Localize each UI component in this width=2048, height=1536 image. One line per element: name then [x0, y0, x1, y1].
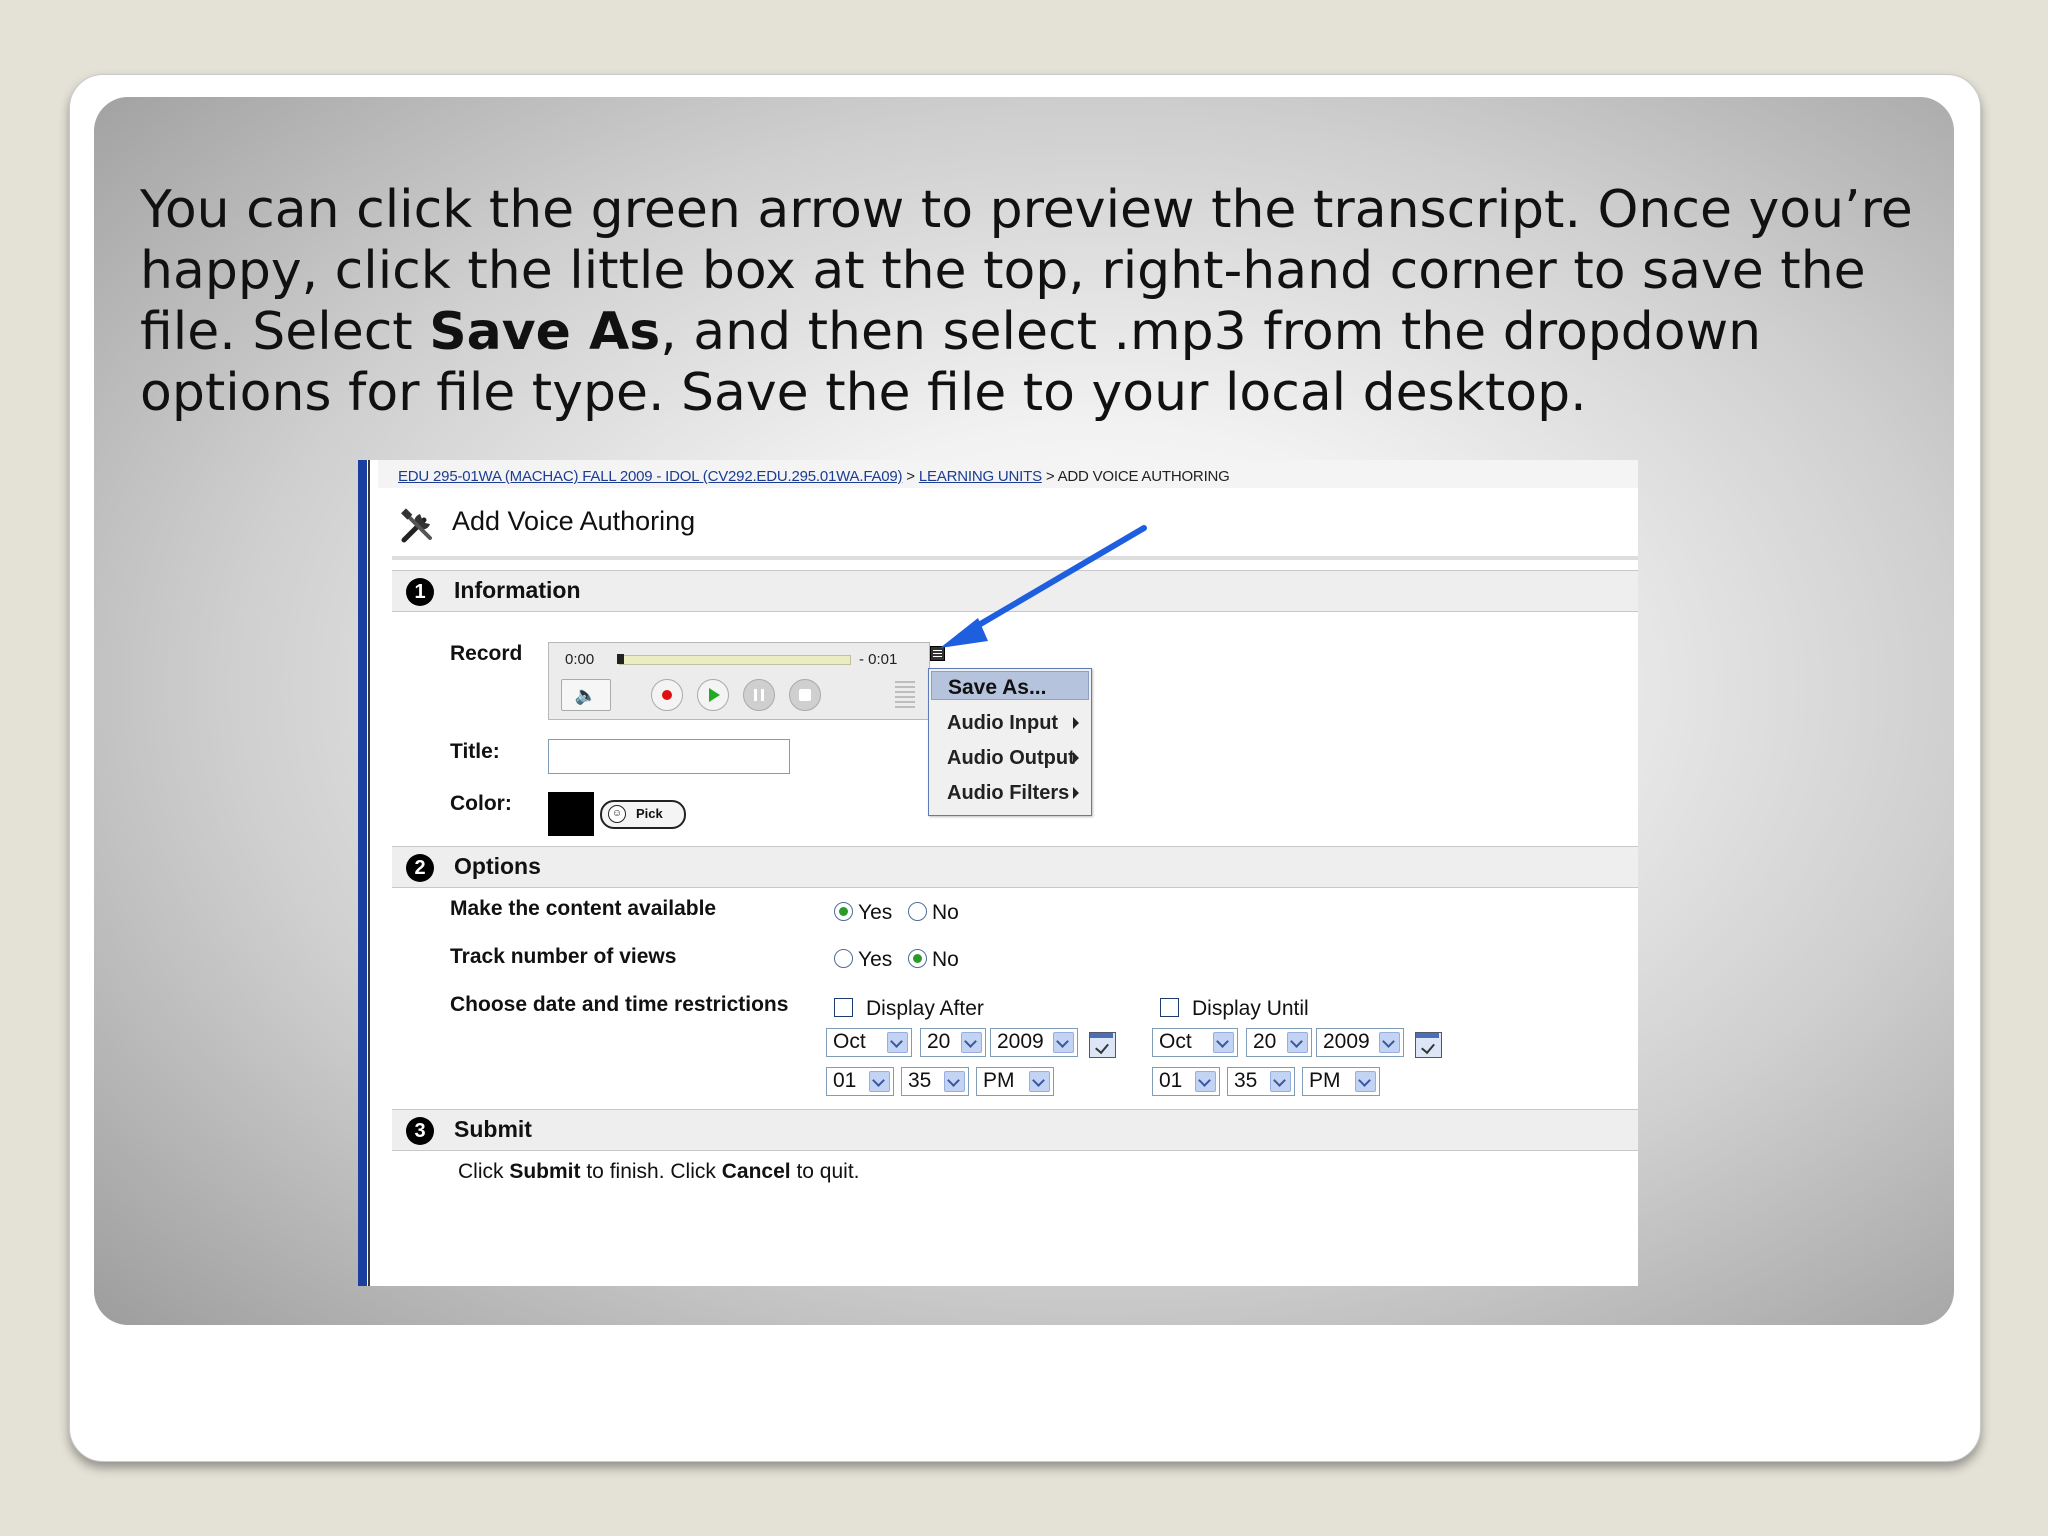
submit-instructions: Click Submit to finish. Click Cancel to … — [458, 1160, 860, 1183]
section-submit-header: 3 Submit — [392, 1109, 1638, 1151]
chevron-down-icon — [1355, 1071, 1376, 1092]
breadcrumb-link-course[interactable]: EDU 295-01WA (MACHAC) FALL 2009 - IDOL (… — [398, 468, 903, 485]
after-ampm-select[interactable]: PM — [976, 1067, 1054, 1096]
chevron-down-icon — [887, 1032, 908, 1053]
record-label: Record — [450, 642, 523, 665]
slide-caption: You can click the green arrow to preview… — [140, 180, 1913, 423]
breadcrumb: EDU 295-01WA (MACHAC) FALL 2009 - IDOL (… — [398, 468, 1230, 485]
recorder-grip — [895, 681, 915, 711]
calendar-icon[interactable] — [1415, 1032, 1442, 1058]
recorder-context-menu: Save As... Audio Input Audio Output Audi… — [928, 668, 1092, 816]
chevron-down-icon — [869, 1071, 890, 1092]
recorder-progress-knob[interactable] — [617, 654, 624, 664]
section-options-header: 2 Options — [392, 846, 1638, 888]
chevron-down-icon — [1195, 1071, 1216, 1092]
recorder-progress-track[interactable] — [619, 655, 851, 665]
chevron-down-icon — [1213, 1032, 1234, 1053]
display-after-checkbox[interactable] — [834, 998, 853, 1017]
tools-icon — [401, 508, 432, 543]
volume-icon[interactable]: 🔈 — [561, 679, 611, 711]
menu-item-audio-output[interactable]: Audio Output — [931, 743, 1089, 775]
after-hour-select[interactable]: 01 — [826, 1067, 894, 1096]
available-no-label: No — [932, 901, 959, 924]
after-month-select[interactable]: Oct — [826, 1028, 912, 1057]
record-button[interactable] — [651, 679, 683, 711]
title-label: Title: — [450, 740, 500, 763]
after-year-select[interactable]: 2009 — [990, 1028, 1078, 1057]
breadcrumb-current: ADD VOICE AUTHORING — [1057, 468, 1230, 485]
available-yes-label: Yes — [858, 901, 893, 924]
until-year-select[interactable]: 2009 — [1316, 1028, 1404, 1057]
available-label: Make the content available — [450, 897, 717, 920]
palette-icon: ☺ — [608, 805, 626, 823]
track-views-label: Track number of views — [450, 945, 677, 968]
until-minute-select[interactable]: 35 — [1227, 1067, 1295, 1096]
left-accent-bar — [358, 460, 367, 1286]
play-button[interactable] — [697, 679, 729, 711]
recorder-menu-box-icon[interactable] — [930, 646, 945, 661]
recorder-time-elapsed: 0:00 — [565, 651, 595, 668]
calendar-icon[interactable] — [1089, 1032, 1116, 1058]
page-title: Add Voice Authoring — [452, 506, 696, 536]
pick-color-button[interactable]: ☺ Pick — [600, 800, 686, 829]
track-no-radio[interactable] — [908, 949, 927, 968]
section-title-information: Information — [454, 577, 581, 603]
track-yes-radio[interactable] — [834, 949, 853, 968]
step-number-2: 2 — [406, 854, 434, 882]
submenu-arrow-icon — [1073, 787, 1079, 799]
color-swatch — [548, 792, 594, 836]
after-minute-select[interactable]: 35 — [901, 1067, 969, 1096]
screenshot-add-voice-authoring: EDU 295-01WA (MACHAC) FALL 2009 - IDOL (… — [358, 460, 1638, 1286]
title-input[interactable] — [548, 739, 790, 774]
track-no-label: No — [932, 948, 959, 971]
until-month-select[interactable]: Oct — [1152, 1028, 1238, 1057]
chevron-down-icon — [961, 1032, 982, 1053]
step-number-1: 1 — [406, 578, 434, 606]
after-day-select[interactable]: 20 — [920, 1028, 986, 1057]
left-divider — [368, 460, 370, 1286]
date-restrictions-label: Choose date and time restrictions — [450, 993, 789, 1016]
until-day-select[interactable]: 20 — [1246, 1028, 1312, 1057]
until-ampm-select[interactable]: PM — [1302, 1067, 1380, 1096]
until-hour-select[interactable]: 01 — [1152, 1067, 1220, 1096]
recorder-time-remaining: - 0:01 — [859, 651, 898, 668]
color-label: Color: — [450, 792, 512, 815]
stop-button[interactable] — [789, 679, 821, 711]
track-yes-label: Yes — [858, 948, 893, 971]
chevron-down-icon — [1270, 1071, 1291, 1092]
section-title-submit: Submit — [454, 1116, 532, 1142]
breadcrumb-link-learning-units[interactable]: LEARNING UNITS — [919, 468, 1042, 485]
pause-button[interactable] — [743, 679, 775, 711]
available-yes-radio[interactable] — [834, 902, 853, 921]
section-title-options: Options — [454, 853, 541, 879]
step-number-3: 3 — [406, 1117, 434, 1145]
audio-recorder: 0:00 - 0:01 🔈 — [548, 642, 930, 720]
available-no-radio[interactable] — [908, 902, 927, 921]
display-after-label: Display After — [866, 997, 984, 1020]
menu-item-audio-input[interactable]: Audio Input — [931, 708, 1089, 740]
menu-item-save-as[interactable]: Save As... — [931, 671, 1089, 700]
display-until-label: Display Until — [1192, 997, 1309, 1020]
chevron-down-icon — [1029, 1071, 1050, 1092]
display-until-checkbox[interactable] — [1160, 998, 1179, 1017]
section-information-header: 1 Information — [392, 570, 1638, 612]
menu-item-audio-filters[interactable]: Audio Filters — [931, 778, 1089, 810]
chevron-down-icon — [944, 1071, 965, 1092]
chevron-down-icon — [1053, 1032, 1074, 1053]
chevron-down-icon — [1379, 1032, 1400, 1053]
chevron-down-icon — [1287, 1032, 1308, 1053]
title-rule — [392, 556, 1638, 560]
submenu-arrow-icon — [1073, 752, 1079, 764]
submenu-arrow-icon — [1073, 717, 1079, 729]
